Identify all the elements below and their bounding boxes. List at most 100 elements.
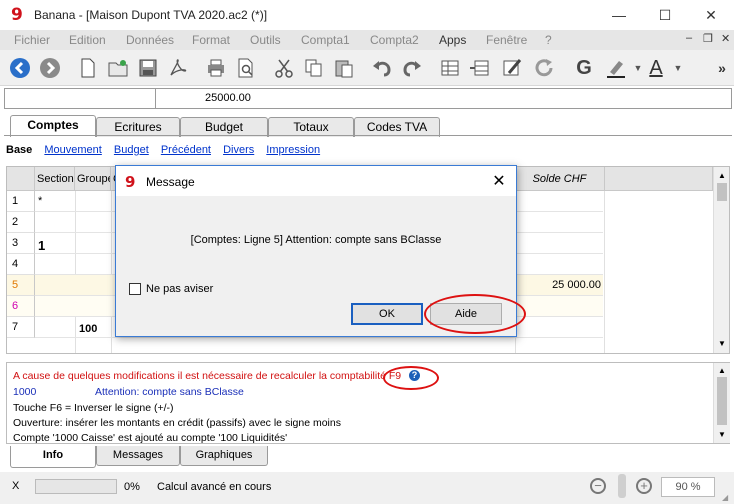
open-folder-icon[interactable] xyxy=(106,56,130,80)
formula-value[interactable]: 25000.00 xyxy=(205,92,251,104)
back-icon[interactable] xyxy=(8,56,32,80)
print-icon[interactable] xyxy=(204,56,228,80)
cut-icon[interactable] xyxy=(272,56,296,80)
ne-pas-aviser-checkbox[interactable] xyxy=(129,283,141,295)
row-number[interactable]: 7 xyxy=(7,317,35,338)
print-preview-icon[interactable] xyxy=(234,56,258,80)
insert-row-icon[interactable] xyxy=(438,56,462,80)
ok-button[interactable]: OK xyxy=(351,303,423,325)
row-number[interactable]: 5 xyxy=(7,275,35,296)
copy-icon[interactable] xyxy=(302,56,326,80)
tab-messages[interactable]: Messages xyxy=(96,446,180,466)
column-header-solde-chf[interactable]: Solde CHF xyxy=(515,167,605,191)
mdi-restore-button[interactable]: ❐ xyxy=(703,32,713,45)
info-line: Compte '1000 Caisse' est ajouté au compt… xyxy=(13,432,288,444)
zoom-in-icon[interactable]: + xyxy=(636,478,652,494)
toolbar: G ▼ A ▼ » xyxy=(0,50,734,86)
info-line: Ouverture: insérer les montants en crédi… xyxy=(13,417,341,429)
zoom-slider-handle[interactable] xyxy=(618,474,626,498)
menu-outils[interactable]: Outils xyxy=(250,33,281,47)
close-button[interactable]: ✕ xyxy=(688,0,734,30)
menu-format[interactable]: Format xyxy=(192,33,230,47)
row-number[interactable]: 4 xyxy=(7,254,35,275)
formula-bar[interactable]: 25000.00 xyxy=(4,88,732,109)
new-file-icon[interactable] xyxy=(76,56,100,80)
pdf-icon[interactable] xyxy=(166,56,190,80)
zoom-out-icon[interactable]: − xyxy=(590,478,606,494)
menu-edition[interactable]: Edition xyxy=(69,33,106,47)
menu-fenetre[interactable]: Fenêtre xyxy=(486,33,527,47)
scroll-thumb[interactable] xyxy=(717,183,727,201)
row-number[interactable]: 3 xyxy=(7,233,35,254)
view-impression[interactable]: Impression xyxy=(266,144,320,156)
row-number[interactable]: 6 xyxy=(7,296,35,317)
highlighter-icon[interactable] xyxy=(604,56,628,80)
info-recalc-message: A cause de quelques modifications il est… xyxy=(13,370,402,382)
view-precedent[interactable]: Précédent xyxy=(161,144,211,156)
save-icon[interactable] xyxy=(136,56,160,80)
view-mouvement[interactable]: Mouvement xyxy=(44,144,101,156)
menu-donnees[interactable]: Données xyxy=(126,33,174,47)
tab-budget[interactable]: Budget xyxy=(180,117,268,137)
grid-scrollbar[interactable]: ▲ ▼ xyxy=(713,167,729,353)
menu-apps[interactable]: Apps xyxy=(439,33,466,47)
column-header-groupe[interactable]: Groupe xyxy=(75,167,111,191)
menu-help[interactable]: ? xyxy=(545,33,552,47)
font-color-icon[interactable]: A xyxy=(644,56,668,80)
info-line: Touche F6 = Inverser le signe (+/-) xyxy=(13,402,174,414)
tab-graphiques[interactable]: Graphiques xyxy=(180,446,268,466)
tab-totaux[interactable]: Totaux xyxy=(268,117,354,137)
resize-grip-icon[interactable]: ◢ xyxy=(722,493,728,502)
view-divers[interactable]: Divers xyxy=(223,144,254,156)
scroll-down-icon[interactable]: ▼ xyxy=(718,430,726,439)
mdi-close-button[interactable]: ✕ xyxy=(721,32,730,45)
cell-section[interactable]: 1 xyxy=(38,235,45,256)
font-color-dropdown-icon[interactable]: ▼ xyxy=(666,56,690,80)
toolbar-overflow-icon[interactable]: » xyxy=(710,56,734,80)
view-base[interactable]: Base xyxy=(6,144,32,156)
highlight-circle-annotation xyxy=(424,294,526,334)
menu-fichier[interactable]: Fichier xyxy=(14,33,50,47)
forward-icon[interactable] xyxy=(38,56,62,80)
title-bar: 9 Banana - [Maison Dupont TVA 2020.ac2 (… xyxy=(0,0,734,30)
cell-groupe[interactable]: 100 xyxy=(79,319,97,340)
minimize-button[interactable]: — xyxy=(596,0,642,30)
scroll-up-icon[interactable]: ▲ xyxy=(718,366,726,375)
column-header-section[interactable]: Section xyxy=(35,167,75,191)
scroll-thumb[interactable] xyxy=(717,377,727,425)
tab-info[interactable]: Info xyxy=(10,446,96,468)
dialog-close-button[interactable]: ✕ xyxy=(488,171,510,191)
cancel-calc-button[interactable]: X xyxy=(12,480,19,492)
progress-percent: 0% xyxy=(124,481,140,493)
delete-row-icon[interactable] xyxy=(468,56,492,80)
paste-icon[interactable] xyxy=(332,56,356,80)
cell-solde[interactable]: 25 000.00 xyxy=(515,275,603,296)
dialog-title-bar: 9 Message ✕ xyxy=(116,166,516,196)
maximize-button[interactable]: ☐ xyxy=(642,0,688,30)
redo-icon[interactable] xyxy=(400,56,424,80)
menu-compta2[interactable]: Compta2 xyxy=(370,33,419,47)
row-number[interactable]: 1 xyxy=(7,191,35,212)
row-number[interactable]: 2 xyxy=(7,212,35,233)
tab-comptes[interactable]: Comptes xyxy=(10,115,96,137)
recalculate-icon[interactable] xyxy=(532,56,556,80)
scroll-up-icon[interactable]: ▲ xyxy=(718,171,726,180)
cell-section[interactable]: * xyxy=(38,191,42,212)
view-budget[interactable]: Budget xyxy=(114,144,149,156)
tab-codes-tva[interactable]: Codes TVA xyxy=(354,117,440,137)
ne-pas-aviser-label[interactable]: Ne pas aviser xyxy=(146,283,213,295)
tab-ecritures[interactable]: Ecritures xyxy=(96,117,180,137)
info-scrollbar[interactable]: ▲ ▼ xyxy=(713,363,730,443)
zoom-level[interactable]: 90 % xyxy=(661,477,715,497)
grid-vline xyxy=(604,191,605,353)
edit-pencil-icon[interactable] xyxy=(500,56,524,80)
undo-icon[interactable] xyxy=(370,56,394,80)
scroll-down-icon[interactable]: ▼ xyxy=(718,339,726,348)
menu-bar: Fichier Edition Données Format Outils Co… xyxy=(0,30,734,50)
view-links: Base Mouvement Budget Précédent Divers I… xyxy=(6,144,329,160)
info-warning-message: Attention: compte sans BClasse xyxy=(95,386,244,398)
menu-compta1[interactable]: Compta1 xyxy=(301,33,350,47)
mdi-minimize-button[interactable]: – xyxy=(686,32,692,44)
bold-g-icon[interactable]: G xyxy=(572,56,596,80)
app-logo-icon: 9 xyxy=(11,5,23,25)
